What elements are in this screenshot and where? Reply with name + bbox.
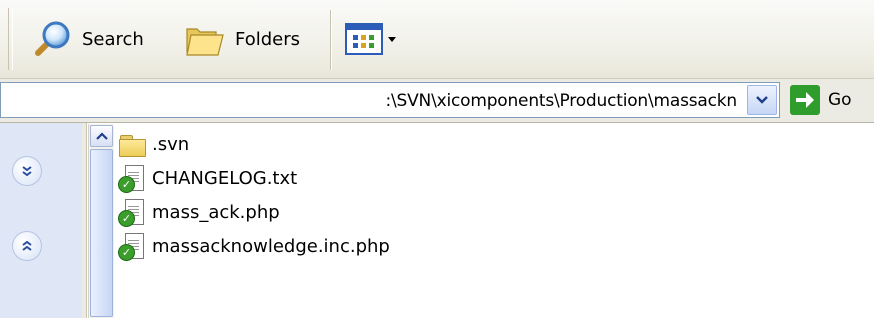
folders-icon <box>186 28 224 56</box>
list-item-massacknowledge-inc[interactable]: ✓ massacknowledge.inc.php <box>118 230 390 262</box>
address-path: :\SVN\xicomponents\Production\massackn <box>385 91 737 111</box>
file-name: massacknowledge.inc.php <box>152 235 390 257</box>
svn-ok-file-icon: ✓ <box>118 164 146 193</box>
folder-icon <box>118 135 146 157</box>
pane-splitter[interactable] <box>82 123 87 318</box>
views-dropdown-arrow-icon[interactable] <box>388 36 396 42</box>
double-chevron-up-icon <box>22 240 32 251</box>
file-name: mass_ack.php <box>152 201 280 223</box>
vertical-scrollbar[interactable] <box>88 124 114 318</box>
search-icon <box>35 21 70 56</box>
go-arrow-icon <box>790 85 820 115</box>
search-button[interactable]: Search <box>30 14 144 64</box>
scroll-up-button[interactable] <box>90 125 113 147</box>
views-button[interactable] <box>344 14 396 64</box>
chevron-down-icon <box>756 96 768 104</box>
collapse-section-button[interactable] <box>12 156 42 186</box>
file-name: CHANGELOG.txt <box>152 167 298 189</box>
svn-ok-file-icon: ✓ <box>118 232 146 261</box>
scroll-thumb[interactable] <box>90 149 113 317</box>
toolbar-separator <box>330 10 331 70</box>
folders-label: Folders <box>235 28 301 50</box>
chevron-up-icon <box>95 132 108 140</box>
expand-section-button[interactable] <box>12 231 42 261</box>
file-list: .svn ✓ CHANGELOG.txt ✓ mass_ack.php ✓ ma… <box>114 124 874 318</box>
go-button[interactable]: Go <box>790 85 852 115</box>
address-bar: :\SVN\xicomponents\Production\massackn G… <box>0 79 874 123</box>
list-item-mass-ack[interactable]: ✓ mass_ack.php <box>118 196 280 228</box>
go-label: Go <box>828 90 852 110</box>
views-icon <box>345 23 383 55</box>
double-chevron-down-icon <box>22 166 32 177</box>
toolbar-grip[interactable] <box>8 8 13 70</box>
standard-toolbar: Search Folders <box>0 0 874 79</box>
file-name: .svn <box>152 133 190 155</box>
folders-button[interactable]: Folders <box>183 14 300 64</box>
address-dropdown-button[interactable] <box>747 85 777 115</box>
list-item-svn-folder[interactable]: .svn <box>118 128 189 160</box>
search-label: Search <box>82 28 144 50</box>
svn-ok-file-icon: ✓ <box>118 198 146 227</box>
list-item-changelog[interactable]: ✓ CHANGELOG.txt <box>118 162 297 194</box>
task-pane <box>0 123 82 318</box>
address-input[interactable]: :\SVN\xicomponents\Production\massackn <box>0 82 780 118</box>
task-pane-background <box>0 123 82 318</box>
